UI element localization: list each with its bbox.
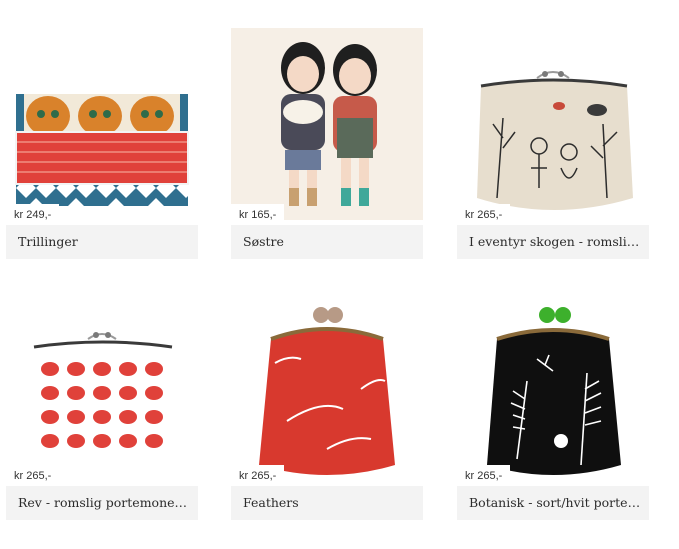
title-bar[interactable]: Botanisk - sort/hvit portemone <box>457 486 649 520</box>
title-bar[interactable]: Rev - romslig portemone / sminkepung <box>6 486 198 520</box>
product-title[interactable]: Trillinger <box>18 225 190 259</box>
title-bar[interactable]: Søstre <box>231 225 423 259</box>
price-label: kr 265,- <box>6 465 60 487</box>
product-image-fox-purse[interactable] <box>6 289 198 481</box>
title-bar[interactable]: Feathers <box>231 486 423 520</box>
product-image-feathers-purse[interactable] <box>231 289 423 481</box>
product-card[interactable]: kr 165,- Søstre <box>231 28 423 288</box>
product-image-sisters[interactable] <box>231 28 423 220</box>
product-title[interactable]: I eventyr skogen - romslig portemone <box>469 225 641 259</box>
product-card[interactable]: kr 265,- Botanisk - sort/hvit portemone <box>457 289 649 549</box>
price-label: kr 265,- <box>231 465 285 487</box>
product-image-botanical-purse[interactable] <box>457 289 649 481</box>
price-label: kr 265,- <box>457 204 511 226</box>
price-label: kr 265,- <box>457 465 511 487</box>
product-card[interactable]: kr 265,- Rev - romslig portemone / smink… <box>6 289 198 549</box>
product-title[interactable]: Botanisk - sort/hvit portemone <box>469 486 641 520</box>
title-bar[interactable]: I eventyr skogen - romslig portemone <box>457 225 649 259</box>
product-title[interactable]: Feathers <box>243 486 415 520</box>
product-image-kittens[interactable] <box>6 28 198 220</box>
product-card[interactable]: kr 265,- I eventyr skogen - romslig port… <box>457 28 649 288</box>
product-image-forest-purse[interactable] <box>457 28 649 220</box>
title-bar[interactable]: Trillinger <box>6 225 198 259</box>
product-card[interactable]: kr 265,- Feathers <box>231 289 423 549</box>
product-title[interactable]: Rev - romslig portemone / sminkepung <box>18 486 190 520</box>
price-label: kr 165,- <box>231 204 285 226</box>
product-card[interactable]: kr 249,- Trillinger <box>6 28 198 288</box>
price-label: kr 249,- <box>6 204 60 226</box>
product-title[interactable]: Søstre <box>243 225 415 259</box>
